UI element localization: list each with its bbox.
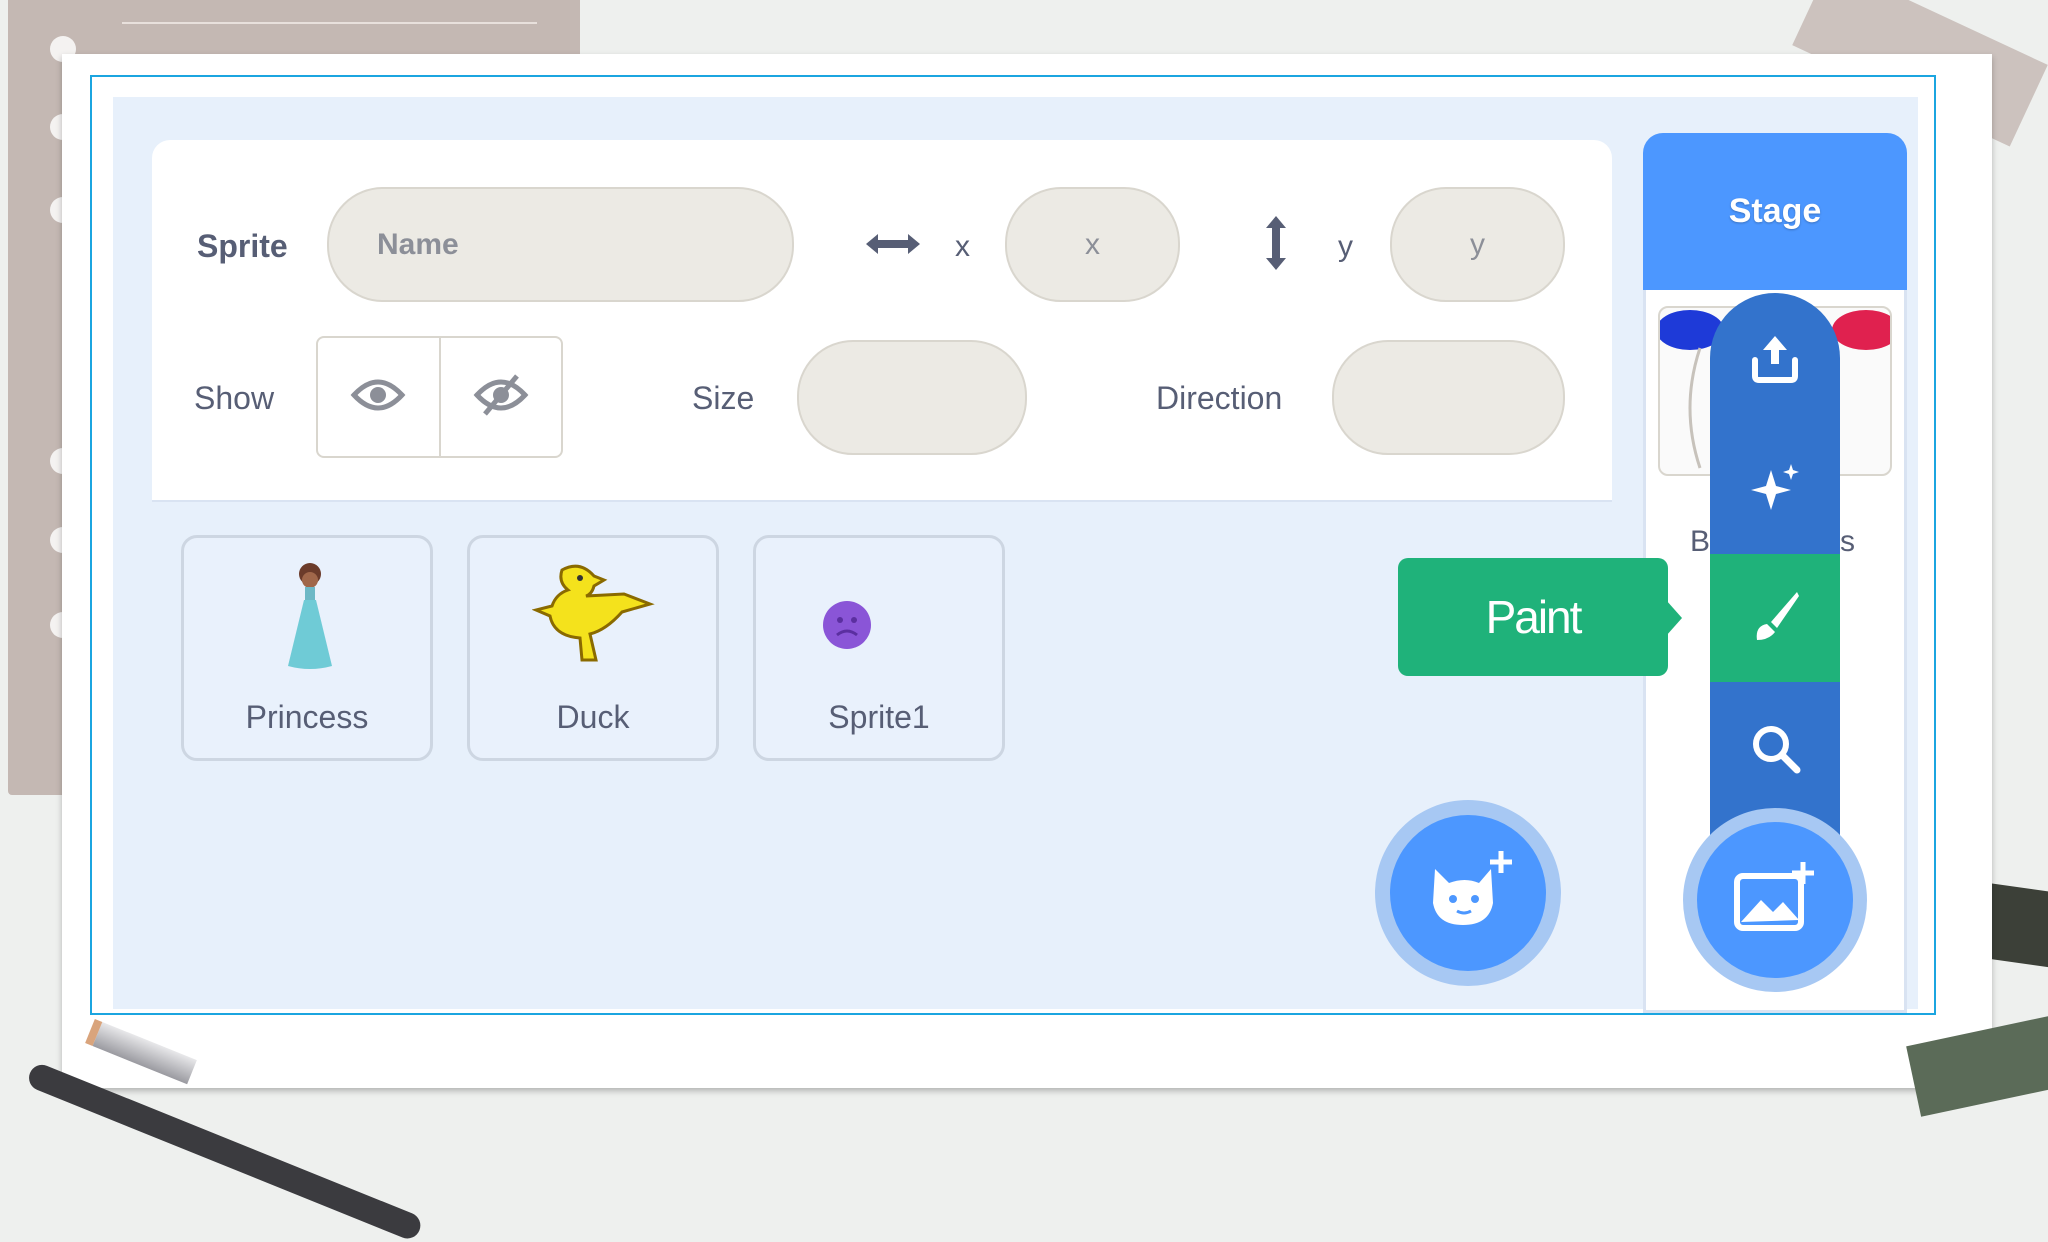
x-input[interactable]: x [1005,187,1180,302]
pen-decoration [25,1060,425,1242]
image-plus-icon [1733,861,1817,939]
visibility-toggle-group [316,336,563,458]
sprite-name-input[interactable]: Name [327,187,794,302]
sprite-name-placeholder: Name [377,227,459,261]
notebook-line [122,22,537,24]
choose-sprite-button[interactable] [1390,815,1546,971]
paint-backdrop-button[interactable] [1710,554,1840,682]
vertical-arrows-icon [1258,212,1294,279]
x-label: x [955,230,970,263]
paint-tooltip-label: Paint [1485,591,1583,643]
paint-icon [1747,588,1803,649]
sprite-tile-princess[interactable]: Princess [181,535,433,761]
surprise-backdrop-button[interactable] [1710,426,1840,554]
search-backdrop-button[interactable] [1710,686,1840,814]
surprise-icon [1747,460,1803,521]
y-input[interactable]: y [1390,187,1565,302]
princess-icon [276,560,344,675]
upload-icon [1747,330,1803,391]
size-label: Size [692,380,755,416]
sprite1-icon [822,600,872,655]
y-placeholder: y [1470,227,1485,261]
paint-tooltip: Paint [1398,558,1668,676]
duck-icon [531,560,656,677]
x-placeholder: x [1085,227,1100,261]
sprite-tile-sprite1[interactable]: Sprite1 [753,535,1005,761]
stage-header-label: Stage [1728,192,1822,230]
direction-label: Direction [1156,380,1283,416]
choose-backdrop-button[interactable] [1697,822,1853,978]
stage-header[interactable]: Stage [1643,133,1907,290]
upload-backdrop-button[interactable] [1710,296,1840,424]
sprite-tile-label: Princess [245,699,369,735]
direction-input[interactable] [1332,340,1565,455]
search-icon [1747,720,1803,781]
sprite-tile-label: Sprite1 [828,699,930,735]
size-input[interactable] [797,340,1027,455]
eye-icon [350,375,406,420]
hide-sprite-button[interactable] [438,338,562,456]
cat-plus-icon [1423,850,1513,936]
show-label: Show [194,380,275,416]
horizontal-arrows-icon [862,226,924,267]
tooltip-arrow [1666,600,1682,636]
eye-slash-icon [473,372,529,423]
backdrops-caption-end: s [1840,525,1855,558]
backdrops-caption-start: B [1690,525,1711,558]
show-sprite-button[interactable] [318,338,439,456]
sprite-tile-duck[interactable]: Duck [467,535,719,761]
sprite-tile-label: Duck [556,699,630,735]
sprite-label: Sprite [197,228,288,264]
y-label: y [1338,230,1353,263]
